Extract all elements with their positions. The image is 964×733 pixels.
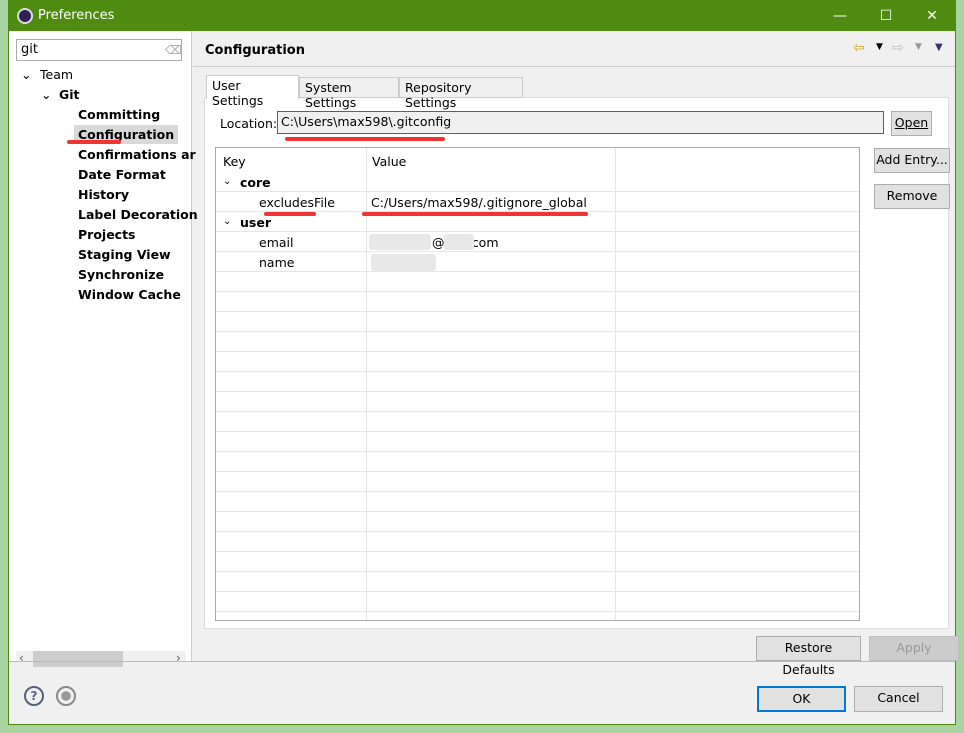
forward-menu-icon[interactable]: ▼ xyxy=(915,42,922,52)
remove-button[interactable]: Remove xyxy=(874,184,950,209)
tree-item[interactable]: Committing xyxy=(78,107,160,122)
column-header-key[interactable]: Key xyxy=(223,154,246,169)
tab-user-settings[interactable]: User Settings xyxy=(206,75,299,108)
config-table[interactable]: Key Value ⌄ core excludesFile C:/Users/max5… xyxy=(215,147,860,621)
empty-row xyxy=(216,432,859,452)
view-menu-icon[interactable]: ▼ xyxy=(935,42,943,53)
tree-item[interactable]: Label Decoration xyxy=(78,207,198,222)
eclipse-icon xyxy=(17,8,33,24)
tree-item[interactable]: Projects xyxy=(78,227,136,242)
empty-row xyxy=(216,612,859,620)
apply-button[interactable]: Apply xyxy=(869,636,959,661)
empty-row xyxy=(216,312,859,332)
tree-item[interactable]: Window Cache xyxy=(78,287,181,302)
page-header: Configuration ⇦ ▼ ⇨ ▼ ▼ xyxy=(193,31,955,67)
window-title: Preferences xyxy=(38,8,115,23)
empty-row xyxy=(216,272,859,292)
dialog-footer: ? OK Cancel xyxy=(9,661,955,725)
filter-input[interactable]: git xyxy=(16,39,182,61)
tab-repository-settings[interactable]: Repository Settings xyxy=(399,77,523,110)
location-field[interactable]: C:\Users\max598\.gitconfig xyxy=(277,111,884,134)
open-button[interactable]: Open xyxy=(891,111,932,136)
minimize-button[interactable]: — xyxy=(817,1,863,31)
ok-button[interactable]: OK xyxy=(757,686,846,712)
tree-item[interactable]: Confirmations ar xyxy=(78,147,196,162)
forward-icon[interactable]: ⇨ xyxy=(892,40,904,56)
empty-row xyxy=(216,552,859,572)
add-entry-button[interactable]: Add Entry... xyxy=(874,148,950,173)
preferences-dialog: Preferences — ☐ ✕ git ⌫ ⌄ Team ⌄ Git Com… xyxy=(8,0,959,725)
empty-row xyxy=(216,352,859,372)
empty-row xyxy=(216,532,859,552)
tree-item[interactable]: Synchronize xyxy=(78,267,164,282)
record-icon[interactable] xyxy=(56,686,76,706)
help-icon[interactable]: ? xyxy=(24,686,44,706)
empty-row xyxy=(216,472,859,492)
preferences-tree-pane: git ⌫ ⌄ Team ⌄ Git Committing Configurat… xyxy=(9,31,198,667)
empty-row xyxy=(216,512,859,532)
empty-row xyxy=(216,372,859,392)
tree-item-team[interactable]: Team xyxy=(40,67,73,82)
title-bar[interactable]: Preferences — ☐ ✕ xyxy=(9,1,955,31)
chevron-down-icon[interactable]: ⌄ xyxy=(21,67,31,82)
back-menu-icon[interactable]: ▼ xyxy=(876,42,883,52)
empty-row xyxy=(216,412,859,432)
empty-row xyxy=(216,292,859,312)
empty-row xyxy=(216,452,859,472)
clear-filter-icon[interactable]: ⌫ xyxy=(165,43,182,57)
empty-row xyxy=(216,392,859,412)
empty-row xyxy=(216,332,859,352)
page-title: Configuration xyxy=(205,43,305,58)
location-label: Location: xyxy=(220,116,278,131)
empty-row xyxy=(216,572,859,592)
back-icon[interactable]: ⇦ xyxy=(853,40,865,56)
table-row[interactable]: ⌄ user xyxy=(216,212,859,232)
chevron-down-icon[interactable]: ⌄ xyxy=(41,87,51,102)
table-row[interactable]: excludesFile C:/Users/max598/.gitignore_g… xyxy=(216,192,859,212)
tree-item-git[interactable]: Git xyxy=(59,87,80,102)
preference-page: Configuration ⇦ ▼ ⇨ ▼ ▼ User Settings Sy… xyxy=(193,31,959,677)
table-row[interactable]: email @l .com xyxy=(216,232,859,252)
tab-system-settings[interactable]: System Settings xyxy=(299,77,399,110)
cancel-button[interactable]: Cancel xyxy=(854,686,943,712)
column-header-value[interactable]: Value xyxy=(372,154,406,169)
empty-row xyxy=(216,492,859,512)
table-row[interactable]: ⌄ core xyxy=(216,172,859,192)
chevron-down-icon[interactable]: ⌄ xyxy=(223,176,231,187)
empty-row xyxy=(216,592,859,612)
tree-item[interactable]: Staging View xyxy=(78,247,171,262)
tree-item[interactable]: Date Format xyxy=(78,167,166,182)
restore-defaults-button[interactable]: Restore Defaults xyxy=(756,636,861,677)
maximize-button[interactable]: ☐ xyxy=(863,1,909,31)
close-button[interactable]: ✕ xyxy=(909,1,955,31)
table-row[interactable]: name xyxy=(216,252,859,272)
tree-item[interactable]: History xyxy=(78,187,129,202)
chevron-down-icon[interactable]: ⌄ xyxy=(223,216,231,227)
